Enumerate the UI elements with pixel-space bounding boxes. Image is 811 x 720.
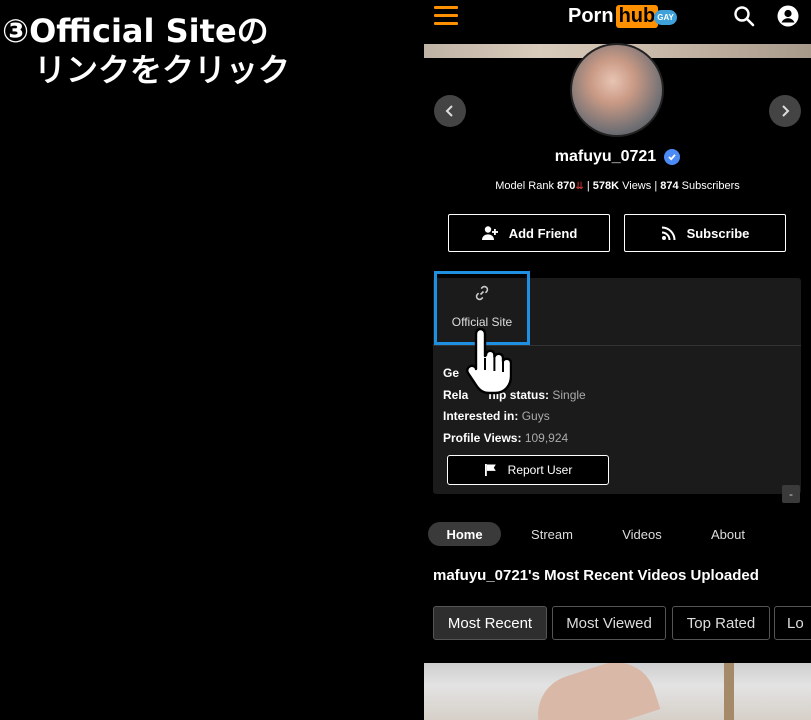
tab-about[interactable]: About xyxy=(696,522,760,546)
search-icon[interactable] xyxy=(732,4,756,28)
relationship-key: Rela xyxy=(443,387,469,402)
profile-username: mafuyu_0721 xyxy=(554,148,657,165)
subscribers-value: 874 xyxy=(660,180,679,192)
subscribe-button[interactable]: Subscribe xyxy=(624,214,786,252)
thumbnail-doorframe xyxy=(724,663,734,720)
tab-stream[interactable]: Stream xyxy=(520,522,584,546)
pointing-hand-cursor-icon xyxy=(466,327,513,396)
interested-key: Interested in: xyxy=(443,409,519,423)
verified-badge-icon xyxy=(664,149,681,165)
add-user-icon xyxy=(481,226,498,240)
add-friend-button[interactable]: Add Friend xyxy=(448,214,610,252)
interested-value: Guys xyxy=(521,409,550,423)
rss-icon xyxy=(661,226,676,241)
detail-gender: Gele xyxy=(443,363,586,385)
caption-line-1: ③Official Siteの xyxy=(2,12,269,50)
profile-stats: Model Rank 870⇊ | 578K Views | 874 Subsc… xyxy=(495,180,740,192)
username-row: mafuyu_0721 xyxy=(424,148,811,166)
filter-most-recent[interactable]: Most Recent xyxy=(433,606,547,640)
detail-interested: Interested in: Guys xyxy=(443,406,586,428)
logo-badge-gay: GAY xyxy=(654,9,677,25)
tab-home[interactable]: Home xyxy=(428,522,501,546)
filter-top-rated[interactable]: Top Rated xyxy=(672,606,770,640)
detail-profile-views: Profile Views: 109,924 xyxy=(443,428,586,450)
prev-arrow-button[interactable] xyxy=(434,95,466,127)
flag-icon xyxy=(484,464,496,476)
chevron-left-icon xyxy=(445,105,453,117)
filter-most-viewed[interactable]: Most Viewed xyxy=(552,606,666,640)
top-navigation-bar: Porn hub GAY xyxy=(424,0,811,44)
user-account-icon[interactable] xyxy=(776,4,800,28)
subscribe-label: Subscribe xyxy=(686,225,750,241)
relationship-value: Single xyxy=(552,387,586,402)
logo-text-porn: Porn xyxy=(568,4,614,27)
profile-avatar[interactable] xyxy=(570,43,664,137)
report-user-label: Report User xyxy=(507,463,573,477)
tab-videos[interactable]: Videos xyxy=(610,522,674,546)
next-arrow-button[interactable] xyxy=(769,95,801,127)
rank-value: 870 xyxy=(557,180,576,192)
add-friend-label: Add Friend xyxy=(508,225,578,241)
caption-line-2: リンクをクリック xyxy=(34,51,291,90)
views-value: 578K xyxy=(592,180,620,192)
recent-videos-title: mafuyu_0721's Most Recent Videos Uploade… xyxy=(433,567,759,584)
gender-key: Ge xyxy=(443,366,460,380)
video-thumbnail[interactable] xyxy=(424,663,811,720)
chevron-right-icon xyxy=(782,105,790,117)
profile-views-key: Profile Views: xyxy=(443,430,522,445)
tutorial-caption: ③Official Siteの リンクをクリック xyxy=(2,12,290,90)
filter-longest[interactable]: Lo xyxy=(774,606,811,640)
profile-views-value: 109,924 xyxy=(524,430,569,445)
mobile-screen: Porn hub GAY mafuyu_0721 Model Rank 870⇊… xyxy=(424,0,811,720)
thumbnail-figure xyxy=(527,663,661,720)
subscribers-label: Subscribers xyxy=(681,180,740,192)
site-logo[interactable]: Porn hub GAY xyxy=(568,4,677,28)
collapse-panel-button[interactable]: - xyxy=(782,485,800,503)
profile-details: Gele Relahip status: Single Interested i… xyxy=(443,363,586,449)
report-user-button[interactable]: Report User xyxy=(447,455,609,485)
profile-tabs: Home Stream Videos About xyxy=(424,522,811,548)
logo-text-hub: hub xyxy=(615,4,659,28)
views-label: Views xyxy=(622,180,652,192)
detail-relationship: Rela hip status: Single xyxy=(443,385,586,407)
rank-down-icon: ⇊ xyxy=(575,181,584,192)
hamburger-menu-icon[interactable] xyxy=(434,6,458,26)
rank-label: Model Rank xyxy=(495,180,554,192)
